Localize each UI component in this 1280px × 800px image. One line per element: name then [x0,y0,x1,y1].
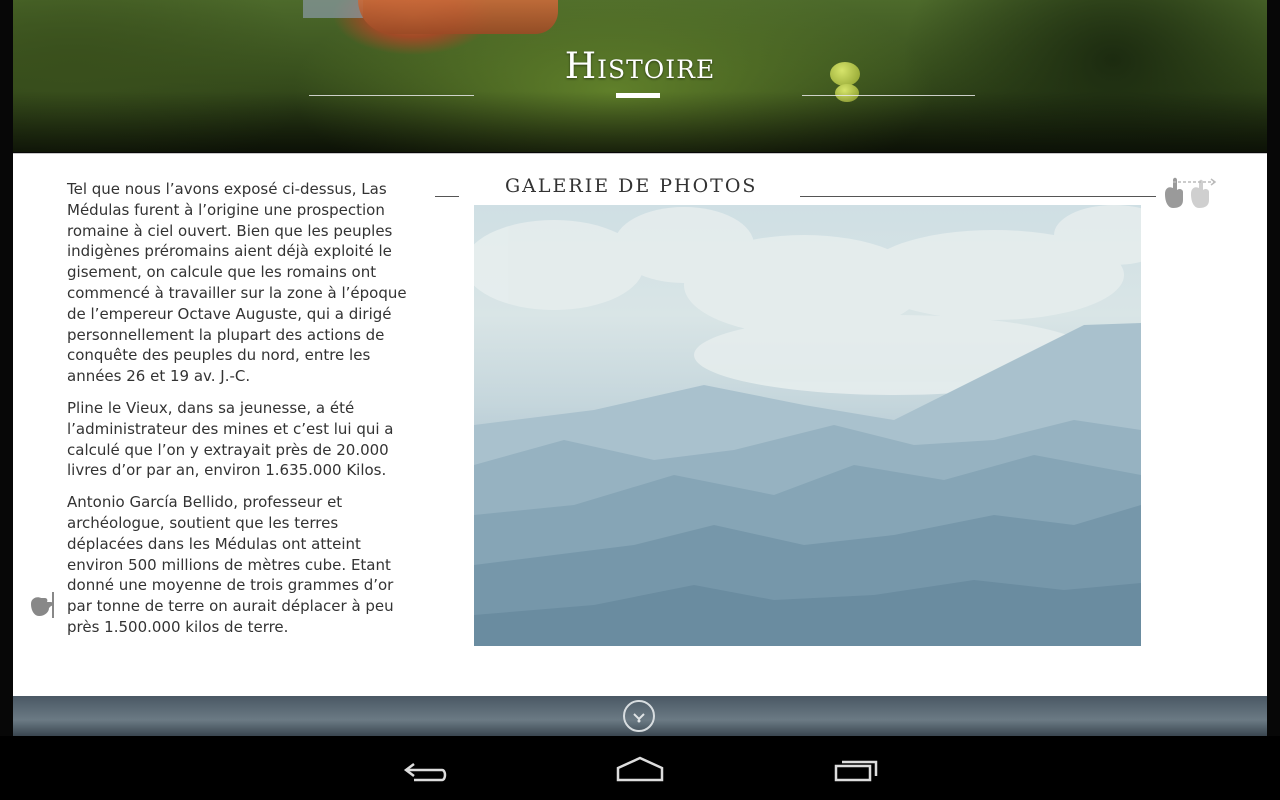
app-screen: Histoire Tel que nous l’avons exposé ci-… [0,0,1280,736]
paragraph-3: Antonio García Bellido, professeur et ar… [67,493,394,636]
chevron-down-circle-icon [633,713,645,723]
paragraph-2: Pline le Vieux, dans sa jeunesse, a été … [67,398,394,480]
next-section-strip [13,696,1267,736]
gallery-title: GALERIE DE PHOTOS [505,175,758,197]
back-icon[interactable] [394,750,454,786]
gallery-rule-right [800,196,1156,197]
swipe-hand-icon[interactable] [1159,176,1221,210]
title-underline [616,93,660,98]
gallery-photo[interactable] [474,205,1141,646]
content-panel: Tel que nous l’avons exposé ci-dessus, L… [13,153,1267,697]
home-icon[interactable] [610,750,670,786]
title-rule-left [309,95,474,96]
system-nav-bar [0,736,1280,800]
tap-hand-icon[interactable] [27,586,57,620]
recent-apps-icon[interactable] [828,750,888,786]
article-text: Tel que nous l’avons exposé ci-dessus, L… [67,179,417,649]
paragraph-1: Tel que nous l’avons exposé ci-dessus, L… [67,180,407,386]
gallery-rule-left [435,196,459,197]
page-title: Histoire [564,46,716,87]
title-rule-right [802,95,975,96]
scroll-down-button[interactable] [623,700,655,732]
